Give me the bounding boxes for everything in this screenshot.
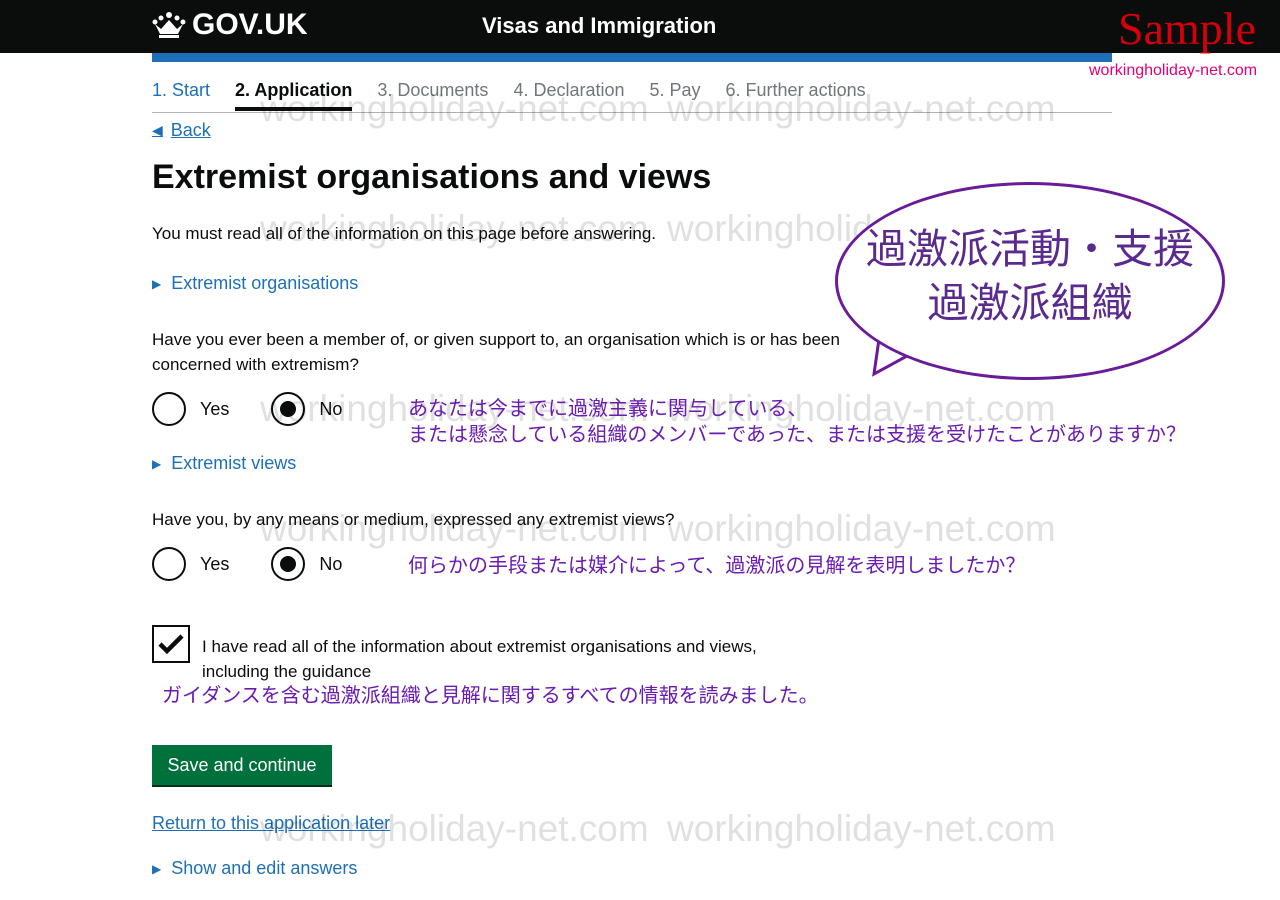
bubble-line-2: 過激派組織 — [927, 280, 1133, 326]
watermark-text: workingholiday-net.com — [667, 808, 1056, 849]
annotation-q1-line-2: または懸念している組織のメンバーであった、または支援を受けたことがありますか？ — [408, 424, 1186, 446]
details-extremist-views[interactable]: ▶ Extremist views — [152, 453, 296, 474]
service-name[interactable]: Visas and Immigration — [482, 13, 716, 39]
checkmark-icon — [158, 634, 184, 655]
step-start[interactable]: 1. Start — [152, 80, 210, 111]
annotation-confirm: ガイダンスを含む過激派組織と見解に関するすべての情報を読みました。 — [162, 685, 819, 707]
watermark-text: workingholiday-net.com — [260, 508, 649, 549]
crown-icon — [152, 12, 186, 38]
radio-group-views: Yes No — [152, 547, 384, 581]
sample-watermark-label: Sample — [1118, 3, 1256, 54]
confirm-checkbox[interactable] — [152, 625, 190, 663]
radio-circle[interactable] — [152, 547, 186, 581]
expand-triangle-icon: ▶ — [152, 861, 162, 876]
expand-triangle-icon: ▶ — [152, 456, 162, 471]
page-title: Extremist organisations and views — [152, 158, 712, 196]
back-arrow-icon: ◀ — [152, 122, 163, 138]
details-label: Show and edit answers — [171, 858, 358, 878]
radio-views-yes[interactable]: Yes — [152, 547, 229, 581]
watermark-text: workingholiday-net.com — [260, 808, 649, 849]
site-header: GOV.UK Visas and Immigration — [0, 0, 1280, 53]
sample-url-label: workingholiday-net.com — [1089, 62, 1258, 79]
radio-circle-selected[interactable] — [271, 547, 306, 581]
radio-label: Yes — [200, 553, 230, 574]
radio-circle[interactable] — [152, 392, 186, 426]
save-and-continue-button[interactable]: Save and continue — [152, 745, 332, 785]
watermark-text: workingholiday-net.com — [260, 208, 649, 249]
radio-membership-yes[interactable]: Yes — [152, 392, 229, 426]
annotation-q2: 何らかの手段または媒介によって、過激派の見解を表明しましたか？ — [408, 555, 1026, 577]
annotation-q1-line-1: あなたは今までに過激主義に関与している、 — [408, 398, 808, 420]
logo-text: GOV.UK — [192, 8, 308, 41]
speech-bubble-text: 過激派活動・支援 過激派組織 — [835, 222, 1225, 330]
bubble-line-1: 過激派活動・支援 — [866, 226, 1194, 272]
radio-label: No — [319, 553, 343, 574]
watermark-text: workingholiday-net.com — [260, 88, 649, 129]
watermark-text: workingholiday-net.com — [667, 88, 1056, 129]
govuk-logo[interactable]: GOV.UK — [152, 8, 308, 42]
details-label: Extremist organisations — [171, 273, 359, 293]
expand-triangle-icon: ▶ — [152, 276, 162, 291]
radio-label: Yes — [200, 398, 230, 419]
back-label: Back — [170, 120, 211, 140]
details-extremist-organisations[interactable]: ▶ Extremist organisations — [152, 273, 358, 294]
question-membership: Have you ever been a member of, or given… — [152, 330, 840, 374]
header-blue-bar — [152, 53, 1112, 62]
details-label: Extremist views — [171, 453, 297, 473]
confirm-checkbox-label: I have read all of the information about… — [202, 637, 757, 681]
back-link[interactable]: ◀ Back — [152, 120, 211, 141]
watermark-text: workingholiday-net.com — [667, 508, 1056, 549]
radio-views-no[interactable]: No — [271, 547, 342, 581]
details-show-edit-answers[interactable]: ▶ Show and edit answers — [152, 858, 357, 879]
